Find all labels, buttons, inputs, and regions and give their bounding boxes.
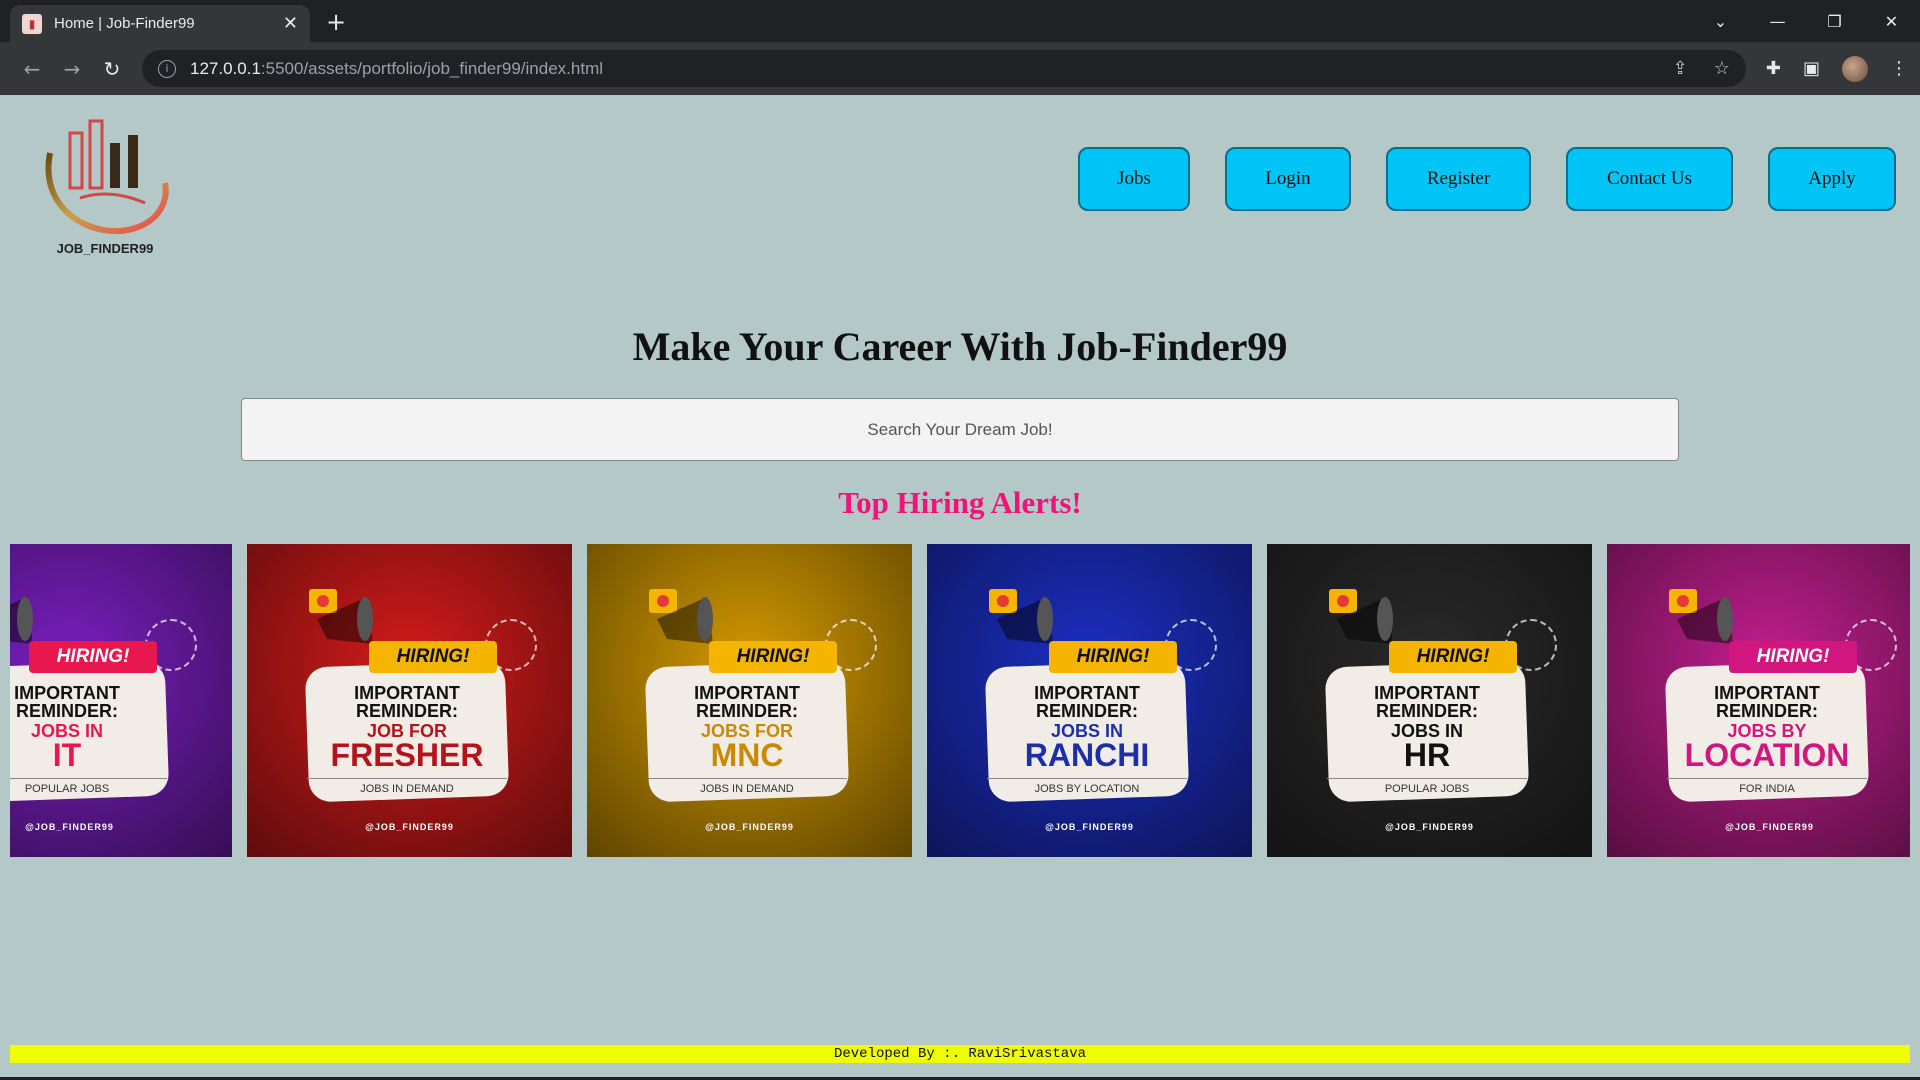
- megaphone-icon: [649, 589, 713, 644]
- search-input[interactable]: [241, 398, 1679, 461]
- favicon-icon: ▮: [22, 13, 42, 34]
- new-tab-icon[interactable]: +: [326, 8, 346, 36]
- reload-icon[interactable]: ↻: [92, 57, 132, 81]
- reminder-text: IMPORTANT REMINDER:: [354, 683, 460, 721]
- card-subtitle: FOR INDIA: [1667, 778, 1867, 795]
- restore-icon[interactable]: ❐: [1806, 12, 1863, 31]
- nav-contact-us-button[interactable]: Contact Us: [1566, 147, 1733, 211]
- site-info-icon[interactable]: i: [158, 59, 176, 78]
- card-subtitle: JOBS IN DEMAND: [647, 778, 847, 795]
- reminder-text: IMPORTANT REMINDER:: [14, 683, 120, 721]
- reminder-text: IMPORTANT REMINDER:: [1714, 683, 1820, 721]
- close-window-icon[interactable]: ✕: [1863, 12, 1920, 31]
- hiring-label: HIRING!: [1389, 641, 1517, 673]
- share-icon[interactable]: ⇪: [1673, 58, 1688, 79]
- footer-credit: Developed By :. RaviSrivastava: [10, 1045, 1910, 1063]
- card-subtitle: JOBS BY LOCATION: [987, 778, 1187, 795]
- hiring-card[interactable]: HIRING! IMPORTANT REMINDER: JOB FOR FRES…: [247, 544, 572, 857]
- nav-jobs-button[interactable]: Jobs: [1078, 147, 1190, 211]
- minimize-icon[interactable]: —: [1749, 12, 1806, 31]
- forward-icon[interactable]: →: [52, 57, 92, 81]
- hiring-label: HIRING!: [29, 641, 157, 673]
- card-subtitle: POPULAR JOBS: [1327, 778, 1527, 795]
- url-path: :5500/assets/portfolio/job_finder99/inde…: [260, 58, 604, 78]
- address-bar[interactable]: i 127.0.0.1:5500/assets/portfolio/job_fi…: [142, 50, 1746, 87]
- hiring-card[interactable]: HIRING! IMPORTANT REMINDER: JOBS BY LOCA…: [1607, 544, 1910, 857]
- tab-title: Home | Job-Finder99: [54, 15, 195, 32]
- site-logo[interactable]: JOB_FINDER99: [40, 113, 170, 258]
- megaphone-icon: [309, 589, 373, 644]
- hiring-card[interactable]: HIRING! IMPORTANT REMINDER: JOBS FOR MNC…: [587, 544, 912, 857]
- window-controls: ⌄ — ❐ ✕: [1692, 0, 1920, 42]
- main-nav: Jobs Login Register Contact Us Apply: [1078, 147, 1896, 211]
- card-subtitle: JOBS IN DEMAND: [307, 778, 507, 795]
- card-handle: @JOB_FINDER99: [365, 822, 454, 832]
- back-icon[interactable]: ←: [12, 57, 52, 81]
- browser-toolbar: ← → ↻ i 127.0.0.1:5500/assets/portfolio/…: [0, 42, 1920, 95]
- close-tab-icon[interactable]: ✕: [283, 13, 298, 34]
- card-subtitle: POPULAR JOBS: [10, 778, 167, 795]
- bookmark-star-icon[interactable]: ☆: [1714, 58, 1730, 79]
- url-host: 127.0.0.1: [190, 58, 261, 78]
- card-line2: HR: [1403, 737, 1451, 773]
- side-panel-icon[interactable]: ▣: [1803, 58, 1820, 79]
- reminder-text: IMPORTANT REMINDER:: [694, 683, 800, 721]
- browser-tab[interactable]: ▮ Home | Job-Finder99 ✕: [10, 5, 310, 42]
- tab-strip: ▮ Home | Job-Finder99 ✕ + ⌄ — ❐ ✕: [0, 0, 1920, 42]
- logo-icon: [45, 119, 169, 235]
- megaphone-icon: [1329, 589, 1393, 644]
- card-handle: @JOB_FINDER99: [25, 822, 114, 832]
- hiring-label: HIRING!: [369, 641, 497, 673]
- extensions-icon[interactable]: ✚: [1766, 58, 1781, 79]
- card-handle: @JOB_FINDER99: [705, 822, 794, 832]
- tab-search-icon[interactable]: ⌄: [1692, 12, 1749, 31]
- hiring-alerts-carousel: HIRING! IMPORTANT REMINDER: JOBS IN IT P…: [10, 544, 1910, 861]
- card-line2: MNC: [710, 737, 784, 773]
- card-line2: IT: [52, 737, 82, 773]
- card-handle: @JOB_FINDER99: [1045, 822, 1134, 832]
- hiring-label: HIRING!: [1049, 641, 1177, 673]
- page-body: JOB_FINDER99 Jobs Login Register Contact…: [0, 95, 1920, 1080]
- megaphone-icon: [989, 589, 1053, 644]
- card-handle: @JOB_FINDER99: [1725, 822, 1814, 832]
- hiring-card[interactable]: HIRING! IMPORTANT REMINDER: JOBS IN RANC…: [927, 544, 1252, 857]
- hiring-label: HIRING!: [709, 641, 837, 673]
- reminder-text: IMPORTANT REMINDER:: [1034, 683, 1140, 721]
- card-line2: RANCHI: [1024, 737, 1150, 773]
- menu-icon[interactable]: ⋮: [1890, 58, 1908, 79]
- nav-apply-button[interactable]: Apply: [1768, 147, 1896, 211]
- reminder-text: IMPORTANT REMINDER:: [1374, 683, 1480, 721]
- logo-text: JOB_FINDER99: [56, 241, 154, 256]
- nav-register-button[interactable]: Register: [1386, 147, 1531, 211]
- megaphone-icon: [10, 597, 33, 644]
- card-line2: LOCATION: [1684, 737, 1850, 773]
- card-handle: @JOB_FINDER99: [1385, 822, 1474, 832]
- profile-avatar[interactable]: [1842, 55, 1868, 82]
- hiring-card[interactable]: HIRING! IMPORTANT REMINDER: JOBS IN HR P…: [1267, 544, 1592, 857]
- nav-login-button[interactable]: Login: [1225, 147, 1351, 211]
- hiring-card[interactable]: HIRING! IMPORTANT REMINDER: JOBS IN IT P…: [10, 544, 232, 857]
- hiring-label: HIRING!: [1729, 641, 1857, 673]
- section-title-alerts: Top Hiring Alerts!: [838, 485, 1082, 520]
- card-line2: FRESHER: [330, 737, 484, 773]
- page-title: Make Your Career With Job-Finder99: [632, 324, 1288, 369]
- megaphone-icon: [1669, 589, 1733, 644]
